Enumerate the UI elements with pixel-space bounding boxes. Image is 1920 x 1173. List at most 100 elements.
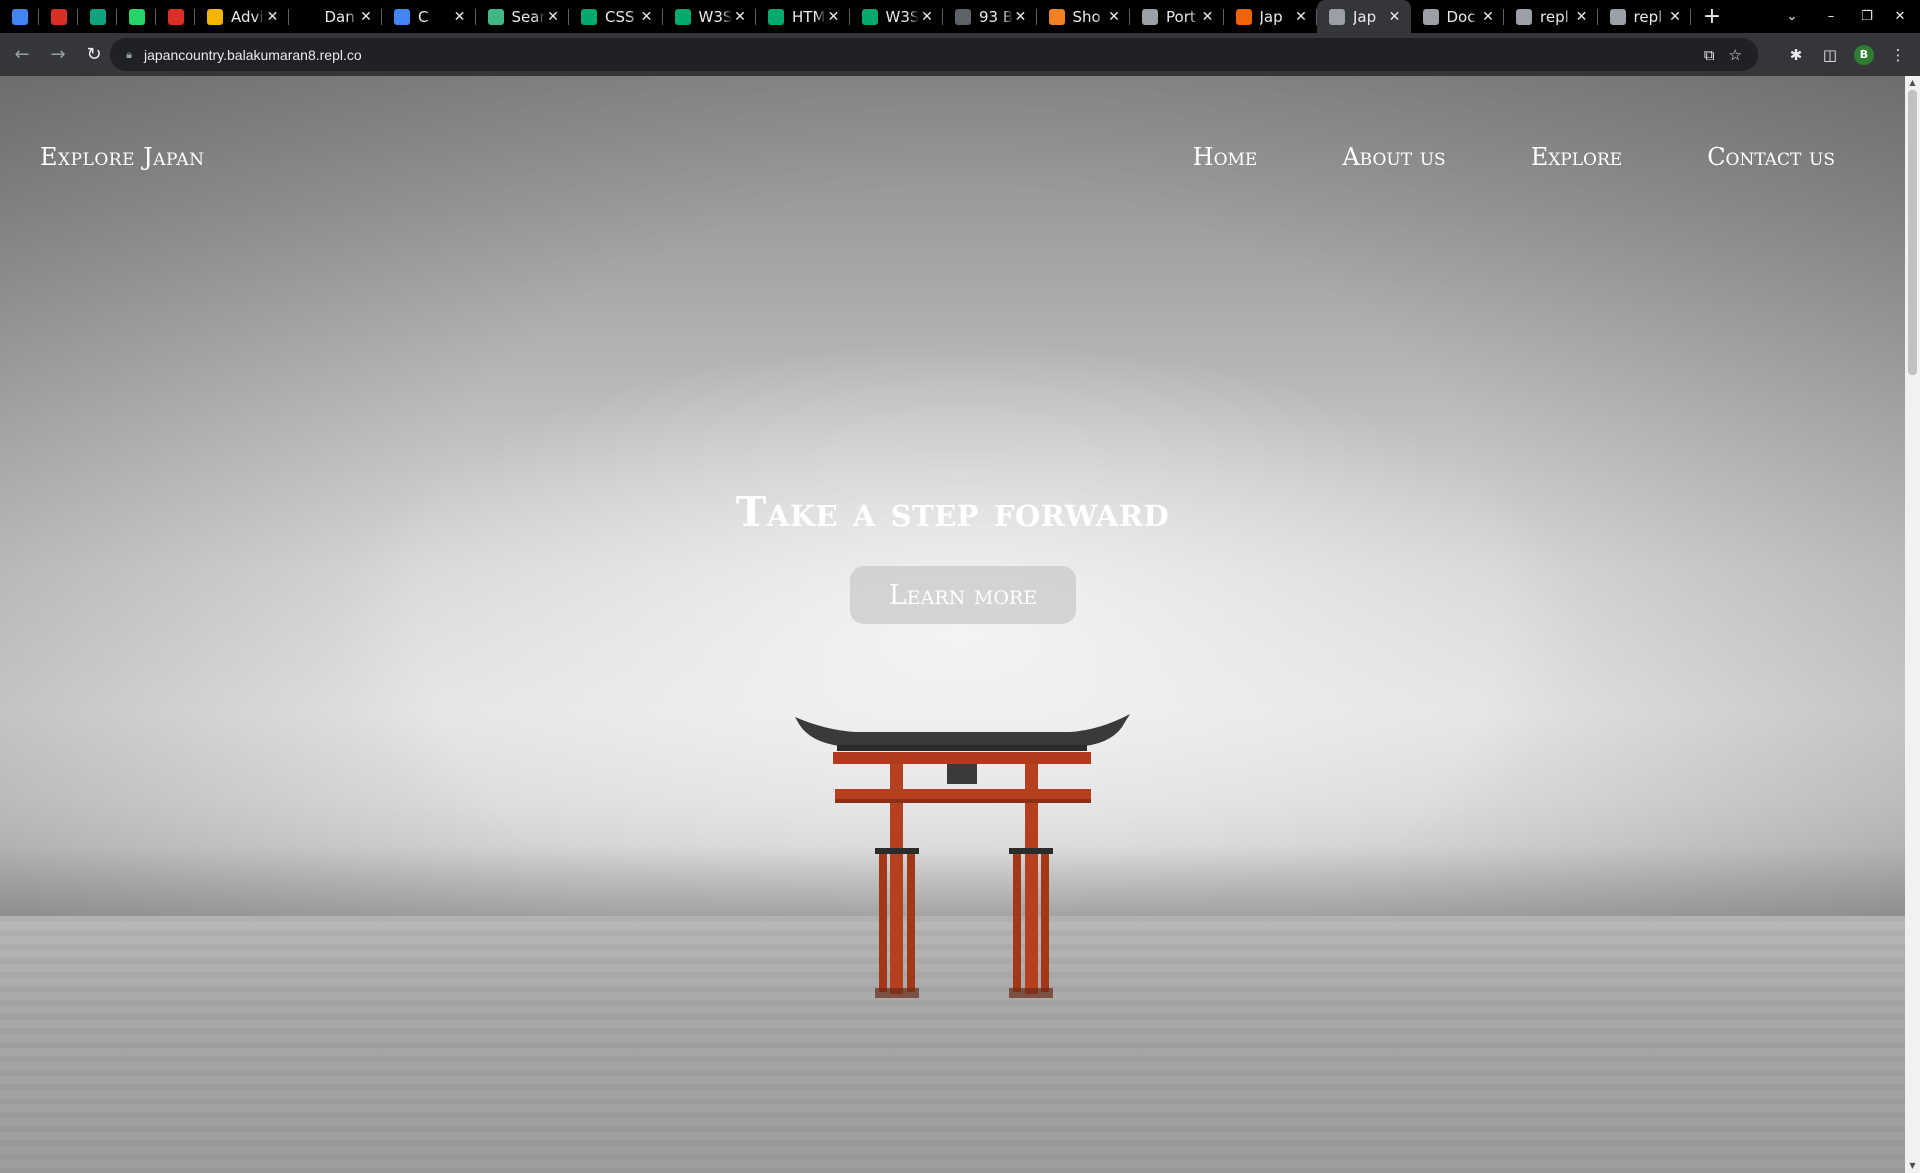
browser-tab[interactable]: W3S ✕ xyxy=(850,0,943,33)
nav-contact-us[interactable]: Contact us xyxy=(1707,143,1835,171)
tab-close-icon[interactable]: ✕ xyxy=(826,9,842,25)
tab-close-icon[interactable]: ✕ xyxy=(1480,9,1496,25)
scroll-down-icon[interactable]: ▼ xyxy=(1905,1159,1920,1173)
browser-tab[interactable]: Dan ✕ xyxy=(289,0,382,33)
extensions-icon[interactable]: ✱ xyxy=(1782,41,1810,69)
tab-close-icon[interactable]: ✕ xyxy=(545,9,561,25)
chat-icon xyxy=(11,8,28,25)
tab-close-icon[interactable]: ✕ xyxy=(358,9,374,25)
globe-icon xyxy=(1422,8,1439,25)
side-panel-icon[interactable]: ◫ xyxy=(1816,41,1844,69)
tab-title: 93 B xyxy=(979,7,1013,26)
whatsapp-icon xyxy=(128,8,145,25)
scroll-up-icon[interactable]: ▲ xyxy=(1905,76,1920,90)
tab-title: Doc xyxy=(1446,7,1476,26)
minimize-icon[interactable]: – xyxy=(1808,0,1854,33)
tab-close-icon[interactable]: ✕ xyxy=(1387,9,1403,25)
tab-list: Advi ✕ Dan ✕ C ✕ Sear ✕ CSS ✕ W3S ✕ HTM ✕ W3S ✕ 93 B ✕ Sho… xyxy=(0,0,1691,33)
browser-tab[interactable]: Jap ✕ xyxy=(1224,0,1317,33)
tab-close-icon[interactable]: ✕ xyxy=(1106,9,1122,25)
menu-icon[interactable]: ⋮ xyxy=(1884,41,1912,69)
close-icon[interactable]: ✕ xyxy=(1880,0,1920,33)
tab-close-icon[interactable]: ✕ xyxy=(1574,9,1590,25)
browser-tab[interactable]: Jap ✕ xyxy=(1317,0,1411,33)
browser-tab[interactable]: Sear ✕ xyxy=(476,0,569,33)
browser-tab[interactable]: CSS ✕ xyxy=(569,0,663,33)
new-tab-button[interactable]: + xyxy=(1697,0,1727,33)
tab-close-icon[interactable]: ✕ xyxy=(639,9,655,25)
shield-icon xyxy=(167,8,184,25)
tab-close-icon[interactable]: ✕ xyxy=(1667,9,1683,25)
reload-icon[interactable]: ↻ xyxy=(78,39,110,71)
browser-tab[interactable] xyxy=(117,0,156,33)
tab-title: Advi xyxy=(231,7,264,26)
browser-tab[interactable] xyxy=(0,0,39,33)
tab-title: repl xyxy=(1540,7,1569,26)
shield-icon xyxy=(50,8,67,25)
nav-home[interactable]: Home xyxy=(1193,143,1258,171)
tab-close-icon[interactable]: ✕ xyxy=(732,9,748,25)
tab-title: repl xyxy=(1633,7,1663,26)
browser-tab[interactable]: W3S ✕ xyxy=(663,0,756,33)
browser-tab[interactable]: Doc ✕ xyxy=(1411,0,1504,33)
scroll-thumb[interactable] xyxy=(1908,90,1917,375)
w3schools-icon xyxy=(674,8,691,25)
browser-tab[interactable]: Port ✕ xyxy=(1130,0,1224,33)
tab-title: Sear xyxy=(511,7,546,26)
browser-tab[interactable] xyxy=(39,0,78,33)
profile-button[interactable]: B xyxy=(1850,41,1878,69)
back-icon[interactable]: ← xyxy=(6,39,38,71)
w3schools-icon xyxy=(861,8,878,25)
address-bar[interactable]: 🔒︎ japancountry.balakumaran8.repl.co ⧉ ☆ xyxy=(110,38,1758,71)
tab-title: Port xyxy=(1166,7,1196,26)
browser-tab[interactable]: repl ✕ xyxy=(1598,0,1691,33)
browser-tab[interactable]: HTM ✕ xyxy=(756,0,850,33)
browser-tab[interactable]: Sho ✕ xyxy=(1037,0,1130,33)
w3schools-icon xyxy=(768,8,784,25)
tab-close-icon[interactable]: ✕ xyxy=(1293,9,1309,25)
tab-close-icon[interactable]: ✕ xyxy=(1013,9,1029,25)
restore-icon[interactable]: ❐ xyxy=(1854,0,1880,33)
vue-icon xyxy=(487,8,504,25)
learn-more-button[interactable]: Learn more xyxy=(850,566,1076,624)
tab-title: Jap xyxy=(1353,7,1377,26)
forward-icon[interactable]: → xyxy=(42,39,74,71)
bookmark-star-icon[interactable]: ☆ xyxy=(1729,46,1742,64)
site-logo[interactable]: Explore Japan xyxy=(40,143,205,171)
globe-icon xyxy=(1516,8,1532,25)
stackoverflow-icon xyxy=(1048,8,1065,25)
tab-title: C xyxy=(418,7,429,26)
browser-tab[interactable]: C ✕ xyxy=(382,0,476,33)
tab-title: W3S xyxy=(698,7,733,26)
page-viewport: Explore Japan Home About us Explore Cont… xyxy=(0,76,1905,1173)
w3schools-icon xyxy=(581,8,597,25)
chatgpt-icon xyxy=(89,8,106,25)
torii-gate-image xyxy=(795,714,1130,998)
nav-about-us[interactable]: About us xyxy=(1342,143,1445,171)
window-controls: ⌄ – ❐ ✕ xyxy=(1776,0,1920,33)
tab-close-icon[interactable]: ✕ xyxy=(452,9,468,25)
browser-tab[interactable]: repl ✕ xyxy=(1504,0,1598,33)
nav-explore[interactable]: Explore xyxy=(1531,143,1623,171)
replit-icon xyxy=(1235,8,1252,25)
share-icon[interactable]: ⧉ xyxy=(1704,46,1715,64)
globe-icon xyxy=(1142,8,1158,25)
site-nav: Home About us Explore Contact us xyxy=(1193,143,1835,171)
hand-icon xyxy=(207,8,223,25)
browser-toolbar: ← → ↻ 🔒︎ japancountry.balakumaran8.repl.… xyxy=(0,33,1920,76)
tab-title: CSS xyxy=(605,7,635,26)
avatar[interactable]: B xyxy=(1854,44,1874,65)
lock-icon[interactable]: 🔒︎ xyxy=(122,48,136,62)
tab-close-icon[interactable]: ✕ xyxy=(919,9,935,25)
browser-tab[interactable]: Advi ✕ xyxy=(195,0,289,33)
browser-tab[interactable]: 93 B ✕ xyxy=(943,0,1037,33)
browser-tab[interactable] xyxy=(156,0,195,33)
globe-icon xyxy=(1329,8,1345,25)
tab-separator xyxy=(1690,9,1691,25)
browser-tab[interactable] xyxy=(78,0,117,33)
tab-close-icon[interactable]: ✕ xyxy=(265,9,281,25)
tab-close-icon[interactable]: ✕ xyxy=(1200,9,1216,25)
tab-search-icon[interactable]: ⌄ xyxy=(1776,0,1808,33)
page-scrollbar[interactable]: ▲ ▼ xyxy=(1905,76,1920,1173)
url-text[interactable]: japancountry.balakumaran8.repl.co xyxy=(144,47,362,63)
